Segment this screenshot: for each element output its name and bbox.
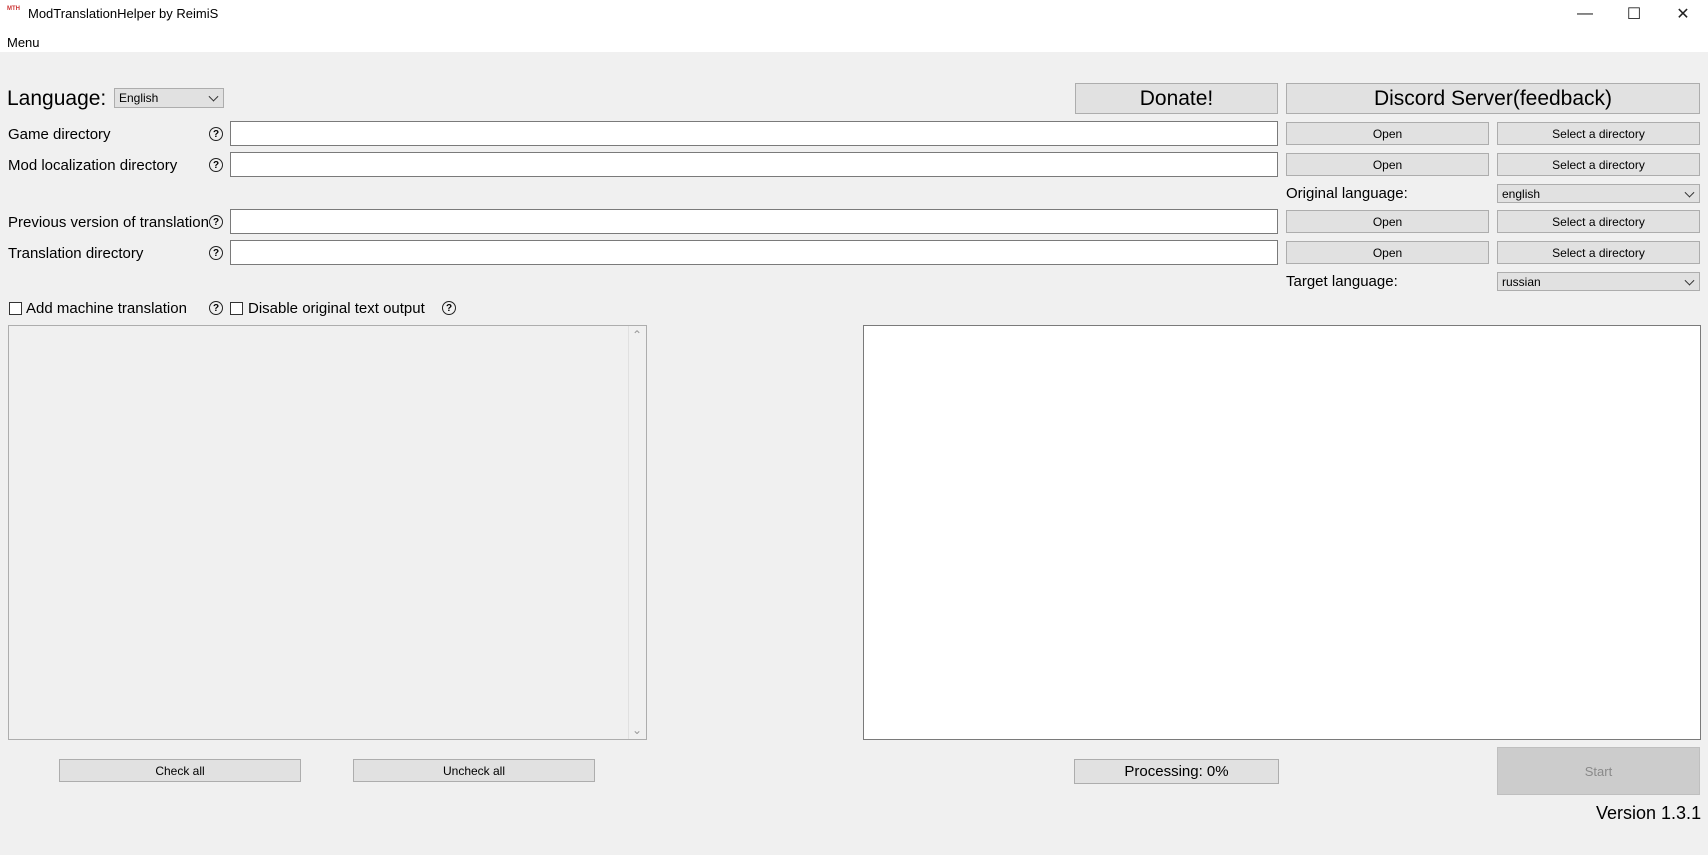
- chevron-down-icon: [1684, 275, 1695, 286]
- help-icon[interactable]: ?: [209, 246, 223, 260]
- chevron-down-icon: [208, 91, 219, 102]
- discord-button[interactable]: Discord Server(feedback): [1286, 83, 1700, 114]
- minimize-icon[interactable]: —: [1562, 0, 1608, 28]
- target-language-value: russian: [1502, 274, 1541, 289]
- translation-directory-open-button[interactable]: Open: [1286, 241, 1489, 264]
- version-label: Version 1.3.1: [1596, 803, 1702, 823]
- add-machine-translation-checkbox[interactable]: [9, 302, 22, 315]
- original-language-value: english: [1502, 186, 1541, 201]
- game-directory-open-button[interactable]: Open: [1286, 122, 1489, 145]
- original-language-select[interactable]: english: [1497, 184, 1700, 203]
- list-scrollbar[interactable]: ⌃ ⌄: [628, 326, 646, 739]
- scroll-up-icon[interactable]: ⌃: [632, 328, 642, 342]
- previous-version-open-button[interactable]: Open: [1286, 210, 1489, 233]
- start-button[interactable]: Start: [1497, 747, 1700, 795]
- language-select-value: English: [119, 91, 159, 105]
- game-directory-field[interactable]: [230, 121, 1278, 146]
- game-directory-select-button[interactable]: Select a directory: [1497, 122, 1700, 145]
- help-icon[interactable]: ?: [209, 158, 223, 172]
- maximize-icon[interactable]: ☐: [1611, 0, 1657, 28]
- disable-original-text-checkbox[interactable]: [230, 302, 243, 315]
- title-bar: [0, 0, 1708, 30]
- help-icon[interactable]: ?: [209, 301, 223, 315]
- target-language-select[interactable]: russian: [1497, 272, 1700, 291]
- translation-directory-select-button[interactable]: Select a directory: [1497, 241, 1700, 264]
- menu-item[interactable]: Menu: [7, 35, 40, 50]
- window-title: ModTranslationHelper by ReimiS: [28, 6, 219, 21]
- mod-localization-directory-label: Mod localization directory: [8, 157, 178, 174]
- help-icon[interactable]: ?: [442, 301, 456, 315]
- check-all-button[interactable]: Check all: [59, 759, 301, 782]
- original-language-label: Original language:: [1286, 185, 1408, 202]
- translation-directory-field[interactable]: [230, 240, 1278, 265]
- chevron-down-icon: [1684, 187, 1695, 198]
- uncheck-all-button[interactable]: Uncheck all: [353, 759, 595, 782]
- target-language-label: Target language:: [1286, 273, 1398, 290]
- help-icon[interactable]: ?: [209, 127, 223, 141]
- menu-bar: [0, 30, 1708, 52]
- scroll-down-icon[interactable]: ⌄: [632, 723, 642, 737]
- mod-localization-open-button[interactable]: Open: [1286, 153, 1489, 176]
- add-machine-translation-label: Add machine translation: [26, 300, 187, 317]
- disable-original-text-label: Disable original text output: [248, 300, 425, 317]
- log-output-area[interactable]: [863, 325, 1701, 740]
- previous-version-label: Previous version of translation: [8, 214, 209, 231]
- previous-version-select-button[interactable]: Select a directory: [1497, 210, 1700, 233]
- mod-localization-select-button[interactable]: Select a directory: [1497, 153, 1700, 176]
- mod-localization-directory-field[interactable]: [230, 152, 1278, 177]
- previous-version-field[interactable]: [230, 209, 1278, 234]
- help-icon[interactable]: ?: [209, 215, 223, 229]
- language-select[interactable]: English: [114, 88, 224, 108]
- game-directory-label: Game directory: [8, 126, 111, 143]
- mod-file-list[interactable]: ⌃ ⌄: [8, 325, 647, 740]
- app-logo-icon: MTH: [7, 6, 20, 12]
- close-icon[interactable]: ✕: [1660, 0, 1706, 28]
- processing-indicator: Processing: 0%: [1074, 759, 1279, 784]
- language-label: Language:: [7, 87, 107, 110]
- donate-button[interactable]: Donate!: [1075, 83, 1278, 114]
- translation-directory-label: Translation directory: [8, 245, 144, 262]
